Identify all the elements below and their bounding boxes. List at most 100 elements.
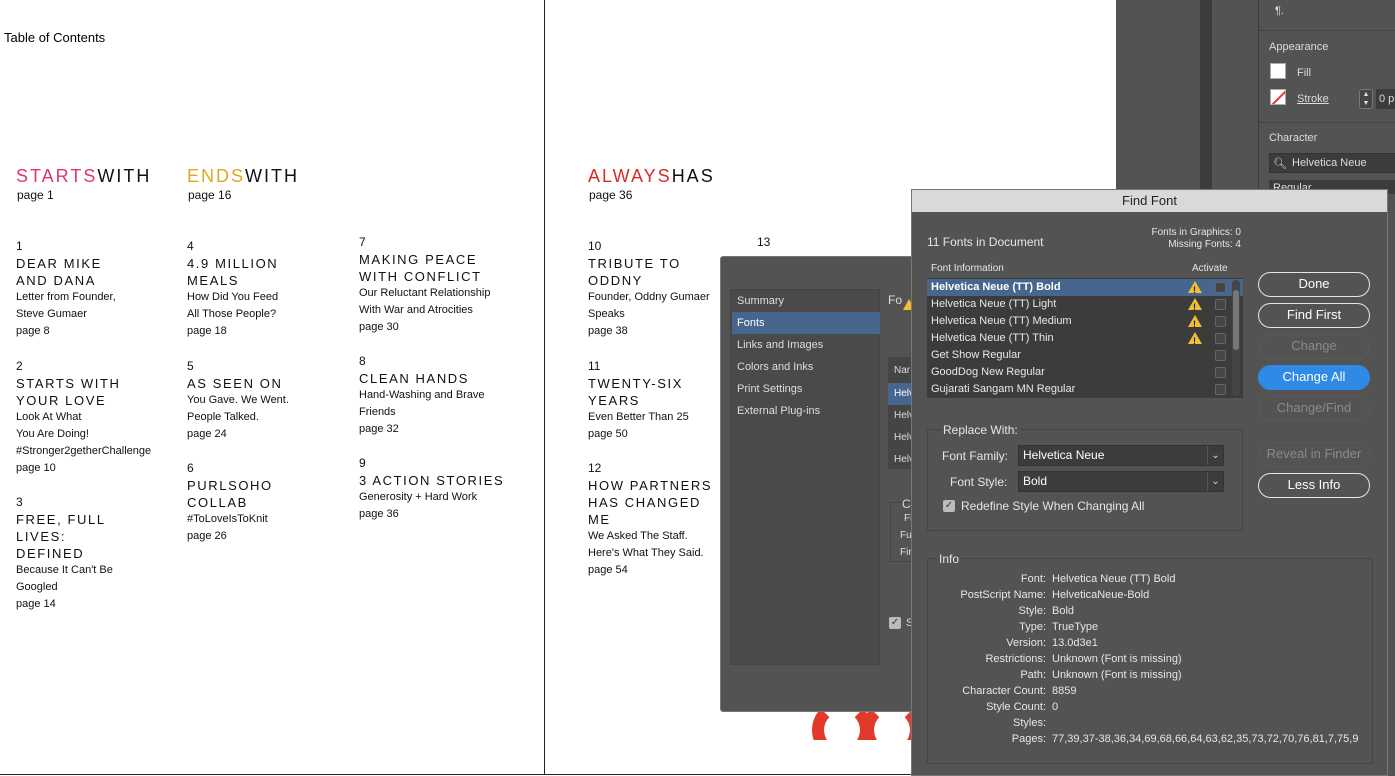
info-value: Bold	[1052, 605, 1075, 617]
column-header: Nar	[894, 365, 911, 376]
info-label: Style Count:	[986, 701, 1046, 713]
entry-page: page 38	[588, 325, 628, 337]
package-category-print-settings[interactable]: Print Settings	[732, 378, 880, 400]
activate-checkbox[interactable]	[1215, 299, 1226, 310]
section-heading: STARTSWITH	[16, 166, 151, 187]
toc-entry: 12 HOW PARTNERS HAS CHANGED ME We Asked The…	[588, 460, 728, 579]
done-button[interactable]: Done	[1258, 272, 1370, 297]
entry-title: MAKING PEACE	[359, 252, 478, 267]
group-item: Fir	[900, 547, 912, 558]
package-category-links-and-images[interactable]: Links and Images	[732, 334, 880, 356]
package-category-summary[interactable]: Summary	[732, 290, 880, 312]
section-heading-rest: WITH	[245, 166, 299, 186]
find-first-button[interactable]: Find First	[1258, 303, 1370, 328]
warning-icon	[1188, 281, 1202, 299]
stroke-swatch-icon[interactable]	[1270, 89, 1286, 105]
font-family-value: Helvetica Neue	[1023, 448, 1105, 462]
activate-checkbox[interactable]	[1215, 333, 1226, 344]
entry-title: WITH CONFLICT	[359, 269, 482, 284]
package-category-list: Summary Fonts Links and Images Colors and I…	[730, 289, 880, 665]
entry-page: page 36	[359, 508, 399, 520]
activate-checkbox[interactable]	[1215, 384, 1226, 395]
info-value: Unknown (Font is missing)	[1052, 669, 1182, 681]
info-label: Font:	[1020, 573, 1046, 585]
info-value: HelveticaNeue-Bold	[1052, 589, 1150, 601]
warning-icon	[1188, 332, 1202, 350]
entry-number: 5	[187, 359, 194, 373]
font-name: Helvetica Neue (TT) Thin	[931, 332, 1054, 344]
replace-with-group: Replace With: Font Family: Helvetica Neu…	[927, 423, 1243, 531]
entry-subtitle: People Talked.	[187, 411, 259, 423]
scrollbar[interactable]	[1232, 280, 1240, 396]
info-label: Restrictions:	[985, 653, 1046, 665]
font-list-row[interactable]: Gujarati Sangam MN Regular	[927, 381, 1243, 398]
entry-page: page 26	[187, 530, 227, 542]
checkbox-checked[interactable]: ✓	[889, 617, 901, 629]
stroke-weight-field[interactable]: 0 p	[1376, 89, 1395, 109]
entry-number: 8	[359, 354, 366, 368]
section-page: page 1	[17, 188, 54, 202]
change-find-button[interactable]: Change/Find	[1258, 396, 1370, 421]
entry-page: page 14	[16, 598, 56, 610]
entry-number: 10	[588, 239, 602, 253]
activate-checkbox[interactable]	[1215, 350, 1226, 361]
group-label: C	[902, 497, 911, 511]
entry-page: page 8	[16, 325, 50, 337]
stroke-label[interactable]: Stroke	[1297, 93, 1329, 105]
entry-subtitle: All Those People?	[187, 308, 277, 320]
reveal-in-finder-button[interactable]: Reveal in Finder	[1258, 442, 1370, 467]
column-activate[interactable]: Activate	[1192, 263, 1228, 274]
entry-number: 1	[16, 239, 23, 253]
activate-checkbox[interactable]	[1215, 282, 1226, 293]
dialog-title: Find Font	[912, 190, 1387, 212]
entry-subtitle: Letter from Founder,	[16, 291, 116, 303]
toc-entry: 2 STARTS WITH YOUR LOVE Look At What You Are…	[16, 358, 176, 477]
package-category-external-plug-ins[interactable]: External Plug-ins	[732, 400, 880, 422]
font-list-row[interactable]: Helvetica Neue (TT) Bold	[927, 279, 1243, 299]
pilcrow-icon[interactable]: ¶.	[1275, 5, 1284, 17]
fill-swatch-icon[interactable]	[1270, 63, 1286, 79]
package-category-colors-and-inks[interactable]: Colors and Inks	[732, 356, 880, 378]
redefine-style-checkbox[interactable]: ✓	[943, 500, 955, 512]
info-label: Character Count:	[962, 685, 1046, 697]
warning-icon	[1188, 315, 1202, 333]
font-style-select[interactable]: Bold ⌄	[1018, 471, 1224, 492]
info-label: Path:	[1020, 669, 1046, 681]
font-family-select[interactable]: Helvetica Neue ⌄	[1018, 445, 1224, 466]
entry-title: TRIBUTE TO	[588, 256, 681, 271]
stroke-stepper[interactable]: ▲ ▼	[1359, 89, 1373, 109]
change-all-button[interactable]: Change All	[1258, 365, 1370, 390]
column-font-information[interactable]: Font Information	[931, 263, 1004, 274]
entry-title: AND DANA	[16, 273, 96, 288]
activate-checkbox[interactable]	[1215, 367, 1226, 378]
font-list-row[interactable]: GoodDog New Regular	[927, 364, 1243, 381]
entry-number: 2	[16, 359, 23, 373]
font-name: Get Show Regular	[931, 349, 1021, 361]
change-button[interactable]: Change	[1258, 334, 1370, 359]
entry-number: 13	[757, 235, 771, 249]
redefine-style-label: Redefine Style When Changing All	[961, 499, 1145, 513]
font-name: Helvetica Neue (TT) Bold	[931, 281, 1061, 293]
toc-entry: 4 4.9 MILLION MEALS How Did You Feed All Tho…	[187, 238, 347, 340]
info-label: Type:	[1019, 621, 1046, 633]
entry-subtitle: Founder, Oddny Gumaer	[588, 291, 710, 303]
entry-title: 4.9 MILLION	[187, 256, 279, 271]
less-info-button[interactable]: Less Info	[1258, 473, 1370, 498]
info-value: 8859	[1052, 685, 1077, 697]
info-label: Version:	[1006, 637, 1046, 649]
font-search-field[interactable]: 🔍︎ Helvetica Neue	[1269, 153, 1395, 173]
toc-entry: 8 CLEAN HANDS Hand-Washing and Brave Friend…	[359, 353, 519, 438]
chevron-down-icon: ⌄	[1207, 446, 1223, 465]
toc-entry: 5 AS SEEN ON You Gave. We Went. People Talk…	[187, 358, 347, 443]
font-name: GoodDog New Regular	[931, 366, 1045, 378]
entry-title: DEAR MIKE	[16, 256, 102, 271]
activate-checkbox[interactable]	[1215, 316, 1226, 327]
entry-number: 11	[588, 359, 601, 373]
entry-title: PURLSOHO	[187, 478, 273, 493]
entry-title: 3 ACTION STORIES	[359, 473, 505, 488]
chevron-down-icon: ⌄	[1207, 472, 1223, 491]
entry-title: YOUR LOVE	[16, 393, 107, 408]
package-category-fonts[interactable]: Fonts	[732, 312, 880, 334]
entry-title: LIVES:	[16, 529, 67, 544]
fill-label: Fill	[1297, 67, 1312, 79]
